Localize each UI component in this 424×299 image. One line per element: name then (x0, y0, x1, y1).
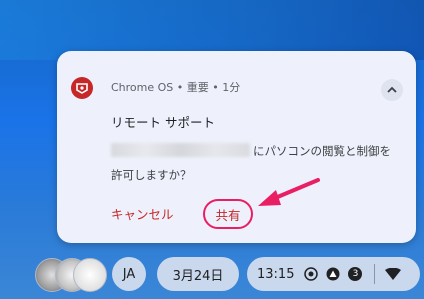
badge-count: 3 (352, 269, 359, 279)
status-tray[interactable]: 13:15 3 (247, 257, 420, 291)
notification-count-badge: 3 (348, 267, 363, 281)
app-thumbnail[interactable] (73, 258, 107, 292)
annotation-arrow (258, 178, 320, 206)
wifi-icon (385, 268, 402, 280)
divider (374, 264, 376, 284)
shelf-app-thumbnails[interactable] (35, 258, 107, 292)
screen-record-icon (304, 267, 319, 281)
ime-indicator[interactable]: JA (112, 257, 146, 291)
date-tray[interactable]: 3月24日 (157, 257, 239, 291)
clock-label: 13:15 (257, 266, 295, 282)
triangle-icon (326, 267, 340, 281)
ime-label: JA (122, 266, 136, 282)
date-label: 3月24日 (172, 268, 224, 284)
